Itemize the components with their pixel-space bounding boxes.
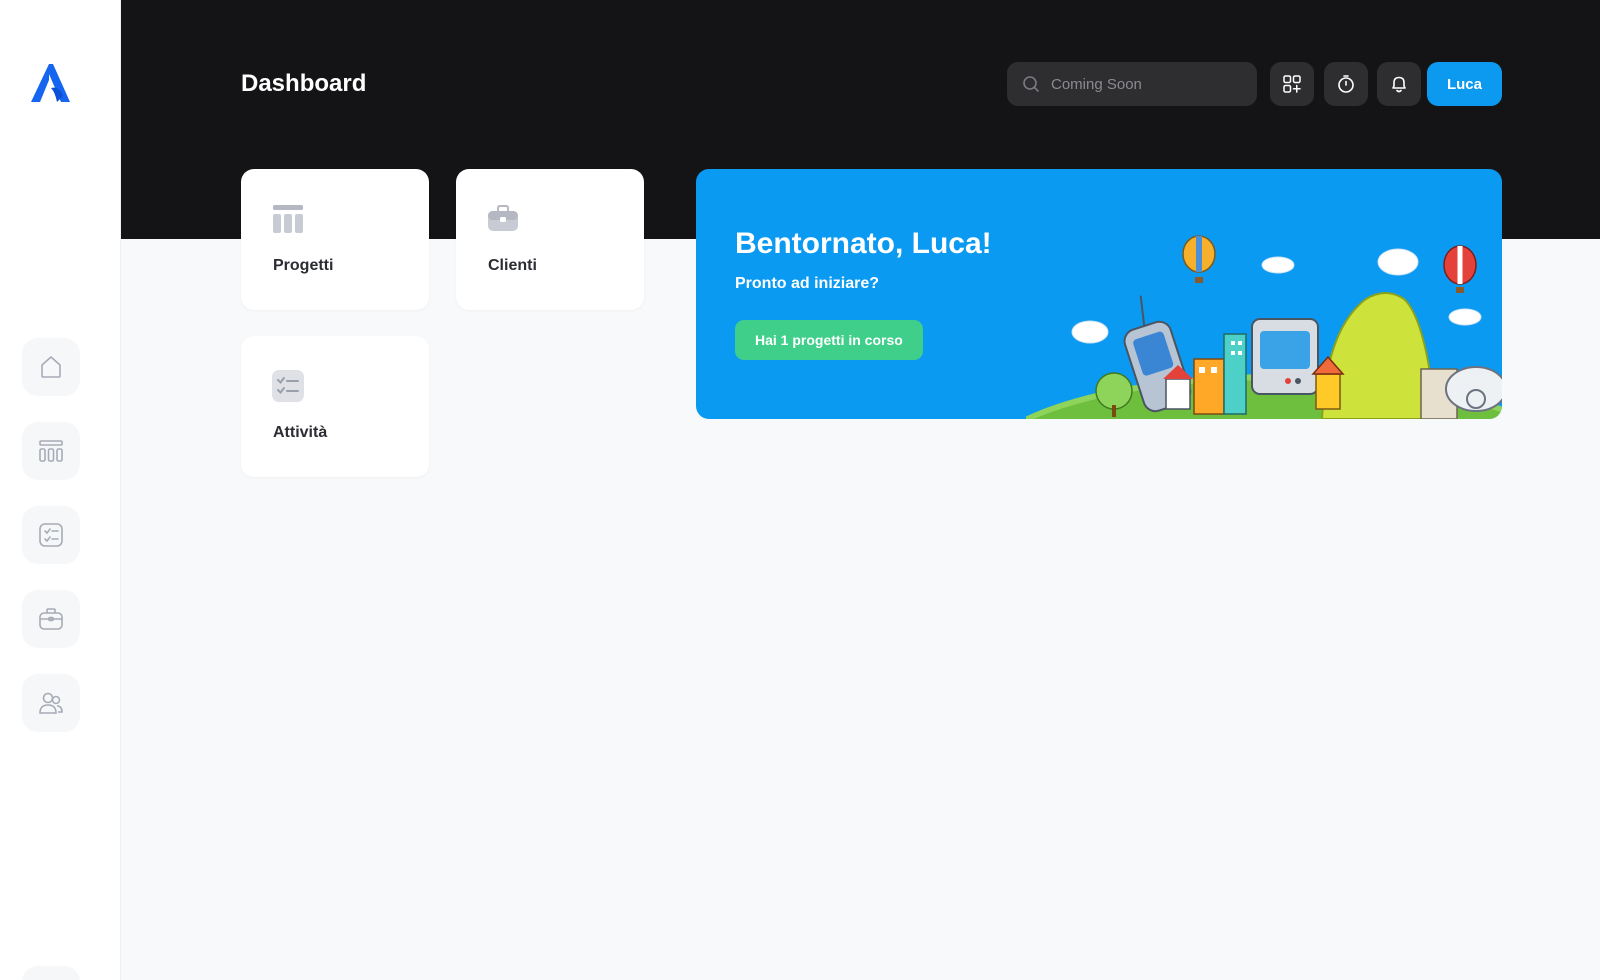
- projects-in-progress-button[interactable]: Hai 1 progetti in corso: [735, 320, 923, 360]
- card-projects[interactable]: Progetti: [241, 169, 429, 310]
- timer-icon: [1338, 75, 1354, 93]
- card-label: Attività: [273, 424, 328, 441]
- app-logo-icon[interactable]: [29, 62, 71, 104]
- briefcase-icon: [39, 608, 63, 630]
- add-widget-icon: [1283, 75, 1301, 93]
- timer-button[interactable]: [1324, 62, 1368, 106]
- checklist-icon: [39, 523, 63, 547]
- sidebar-item-settings[interactable]: [22, 966, 80, 980]
- home-icon: [41, 356, 61, 378]
- search-input[interactable]: [1051, 75, 1241, 93]
- card-label: Progetti: [273, 257, 334, 274]
- banner-subtitle: Pronto ad iniziare?: [735, 275, 880, 292]
- sidebar-item-team[interactable]: [22, 674, 80, 732]
- user-menu-button[interactable]: Luca: [1427, 62, 1502, 106]
- sidebar-item-clients[interactable]: [22, 590, 80, 648]
- search-box[interactable]: [1007, 62, 1257, 106]
- page-title: Dashboard: [241, 70, 367, 97]
- city-illustration-icon: [1026, 235, 1502, 419]
- users-icon: [39, 692, 63, 714]
- card-clients[interactable]: Clienti: [456, 169, 644, 310]
- checklist-icon: [272, 370, 304, 402]
- card-tasks[interactable]: Attività: [241, 336, 429, 477]
- sidebar-item-home[interactable]: [22, 338, 80, 396]
- notifications-button[interactable]: [1377, 62, 1421, 106]
- add-widget-button[interactable]: [1270, 62, 1314, 106]
- sidebar-item-projects[interactable]: [22, 422, 80, 480]
- briefcase-icon: [488, 205, 518, 231]
- columns-icon: [39, 440, 63, 462]
- sidebar-item-tasks[interactable]: [22, 506, 80, 564]
- banner-title: Bentornato, Luca!: [735, 227, 992, 260]
- search-icon: [1023, 76, 1039, 92]
- projects-icon: [273, 205, 303, 233]
- welcome-banner: Bentornato, Luca! Pronto ad iniziare? Ha…: [696, 169, 1502, 419]
- sidebar: [0, 0, 121, 980]
- card-label: Clienti: [488, 257, 537, 274]
- bell-icon: [1392, 76, 1406, 93]
